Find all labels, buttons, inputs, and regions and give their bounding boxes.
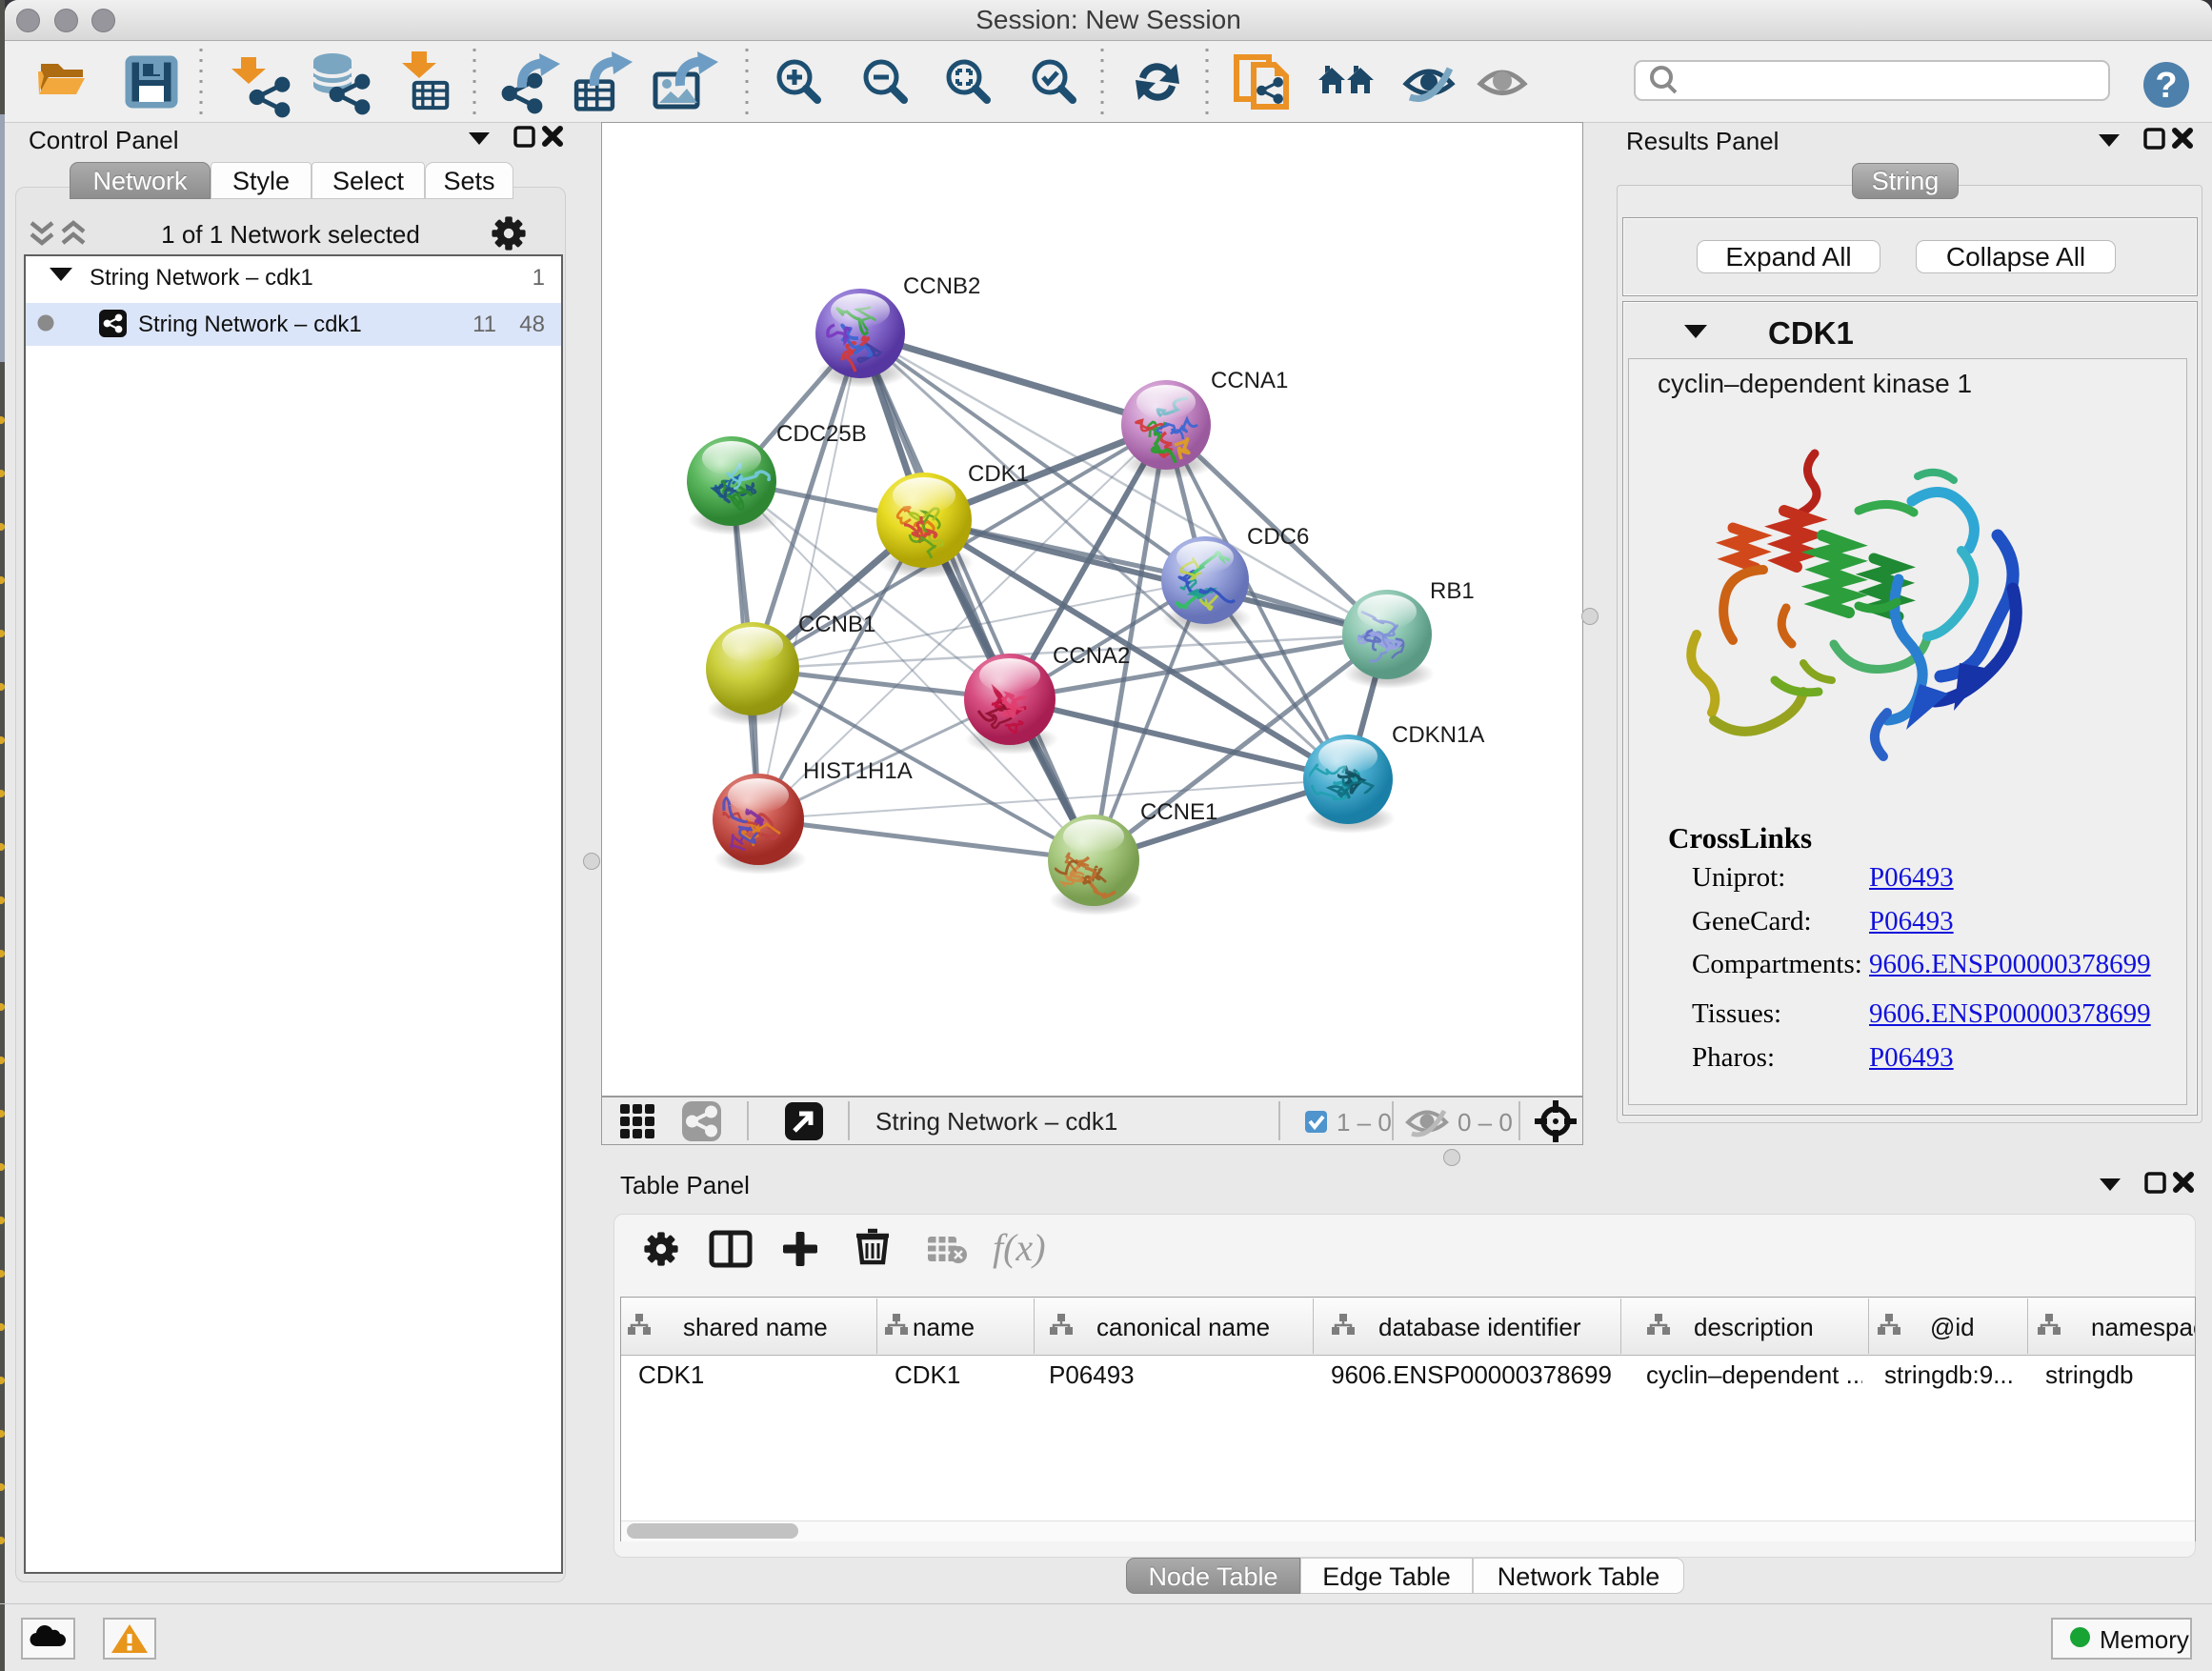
svg-text:f(x): f(x) bbox=[993, 1226, 1046, 1269]
svg-text:CDK1: CDK1 bbox=[968, 461, 1029, 487]
svg-text:CCNB1: CCNB1 bbox=[798, 612, 875, 637]
svg-text:CCNA2: CCNA2 bbox=[1053, 643, 1130, 669]
svg-text:CDC25B: CDC25B bbox=[776, 421, 867, 447]
svg-text:HIST1H1A: HIST1H1A bbox=[803, 758, 913, 784]
svg-text:RB1: RB1 bbox=[1430, 578, 1475, 604]
svg-text:CCNB2: CCNB2 bbox=[903, 273, 980, 299]
svg-text:?: ? bbox=[2155, 66, 2177, 106]
svg-text:CCNE1: CCNE1 bbox=[1140, 799, 1217, 825]
svg-text:CDC6: CDC6 bbox=[1247, 524, 1309, 550]
svg-text:CCNA1: CCNA1 bbox=[1211, 368, 1288, 393]
svg-text:CDKN1A: CDKN1A bbox=[1392, 722, 1484, 748]
